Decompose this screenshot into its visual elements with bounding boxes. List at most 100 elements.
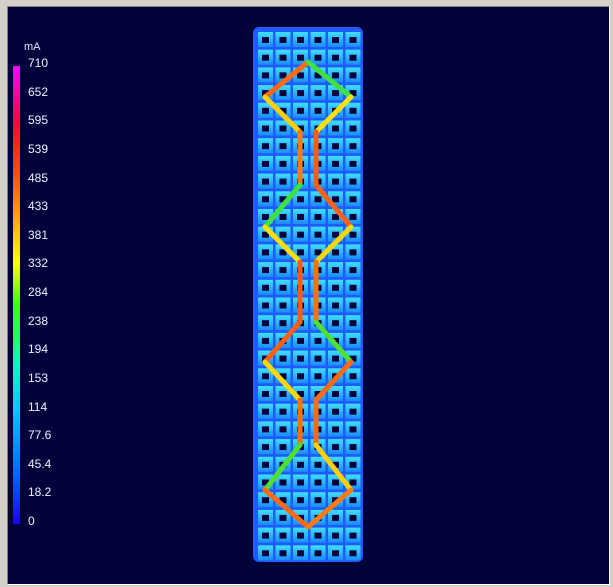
mesh-hole	[262, 320, 269, 327]
mesh-hole	[349, 514, 357, 521]
mesh-hole	[332, 125, 339, 132]
mesh-hole	[279, 54, 287, 61]
mesh-hole	[332, 532, 339, 539]
mesh-hole	[297, 231, 304, 238]
mesh-hole	[332, 355, 339, 362]
mesh-hole	[332, 178, 339, 185]
mesh-hole	[349, 479, 357, 486]
mesh-hole	[332, 54, 339, 61]
mesh-hole	[279, 90, 287, 97]
mesh-hole	[332, 37, 339, 43]
mesh-hole	[314, 90, 322, 97]
mesh-hole	[349, 160, 357, 167]
mesh-hole	[297, 249, 304, 256]
mesh-hole	[314, 497, 322, 504]
mesh-hole	[349, 497, 357, 504]
mesh-hole	[297, 214, 304, 220]
mesh-hole	[262, 107, 269, 114]
mesh-hole	[332, 550, 339, 557]
mesh-hole	[279, 214, 287, 220]
mesh-hole	[349, 284, 357, 291]
mesh-hole	[332, 408, 339, 415]
mesh-hole	[314, 532, 322, 539]
mesh-hole	[297, 196, 304, 203]
mesh-hole	[349, 249, 357, 256]
mesh-hole	[279, 408, 287, 415]
mesh-hole	[332, 302, 339, 309]
mesh-hole	[279, 143, 287, 150]
mesh-hole	[262, 532, 269, 539]
mesh-hole	[349, 426, 357, 433]
mesh-hole	[349, 320, 357, 327]
mesh-hole	[314, 337, 322, 344]
mesh-hole	[314, 550, 322, 557]
mesh-hole	[262, 214, 269, 220]
mesh-hole	[297, 90, 304, 97]
mesh-hole	[262, 337, 269, 344]
mesh-hole	[297, 355, 304, 362]
mesh-hole	[349, 37, 357, 43]
mesh-hole	[262, 196, 269, 203]
mesh-hole	[297, 532, 304, 539]
mesh-hole	[262, 550, 269, 557]
mesh-hole	[349, 72, 357, 79]
mesh-hole	[349, 107, 357, 114]
mesh-hole	[279, 444, 287, 451]
mesh-hole	[332, 391, 339, 397]
mesh-hole	[279, 391, 287, 397]
mesh-hole	[349, 461, 357, 468]
mesh-hole	[279, 550, 287, 557]
mesh-hole	[332, 320, 339, 327]
mesh-hole	[279, 284, 287, 291]
mesh-hole	[262, 267, 269, 274]
mesh-hole	[349, 302, 357, 309]
mesh-hole	[349, 214, 357, 220]
mesh-hole	[314, 479, 322, 486]
mesh-hole	[279, 514, 287, 521]
mesh-hole	[279, 479, 287, 486]
mesh-hole	[349, 178, 357, 185]
mesh-hole	[297, 497, 304, 504]
mesh-hole	[279, 178, 287, 185]
mesh-hole	[297, 461, 304, 468]
mesh-hole	[297, 107, 304, 114]
mesh-hole	[262, 302, 269, 309]
mesh-hole	[332, 90, 339, 97]
mesh-hole	[279, 426, 287, 433]
mesh-hole	[314, 231, 322, 238]
mesh-hole	[297, 337, 304, 344]
mesh-hole	[262, 284, 269, 291]
mesh-hole	[262, 391, 269, 397]
mesh-hole	[314, 461, 322, 468]
mesh-hole	[279, 125, 287, 132]
mesh-hole	[314, 373, 322, 380]
current-mesh-view	[253, 27, 363, 562]
mesh-hole	[349, 408, 357, 415]
mesh-hole	[349, 550, 357, 557]
mesh-hole	[332, 444, 339, 451]
mesh-hole	[262, 426, 269, 433]
mesh-hole	[349, 391, 357, 397]
mesh-hole	[262, 72, 269, 79]
mesh-hole	[297, 54, 304, 61]
mesh-hole	[262, 497, 269, 504]
mesh-hole	[279, 355, 287, 362]
mesh-hole	[349, 196, 357, 203]
mesh-hole	[297, 373, 304, 380]
mesh-hole	[262, 178, 269, 185]
mesh-hole	[314, 54, 322, 61]
mesh-hole	[262, 125, 269, 132]
mesh-hole	[332, 514, 339, 521]
mesh-hole	[332, 479, 339, 486]
mesh-hole	[314, 107, 322, 114]
mesh-hole	[332, 160, 339, 167]
mesh-hole	[314, 196, 322, 203]
mesh-hole	[349, 54, 357, 61]
mesh-hole	[262, 143, 269, 150]
mesh-hole	[314, 214, 322, 220]
mesh-hole	[262, 444, 269, 451]
mesh-hole	[314, 355, 322, 362]
mesh-hole	[279, 37, 287, 43]
mesh-hole	[262, 160, 269, 167]
mesh-hole	[297, 479, 304, 486]
